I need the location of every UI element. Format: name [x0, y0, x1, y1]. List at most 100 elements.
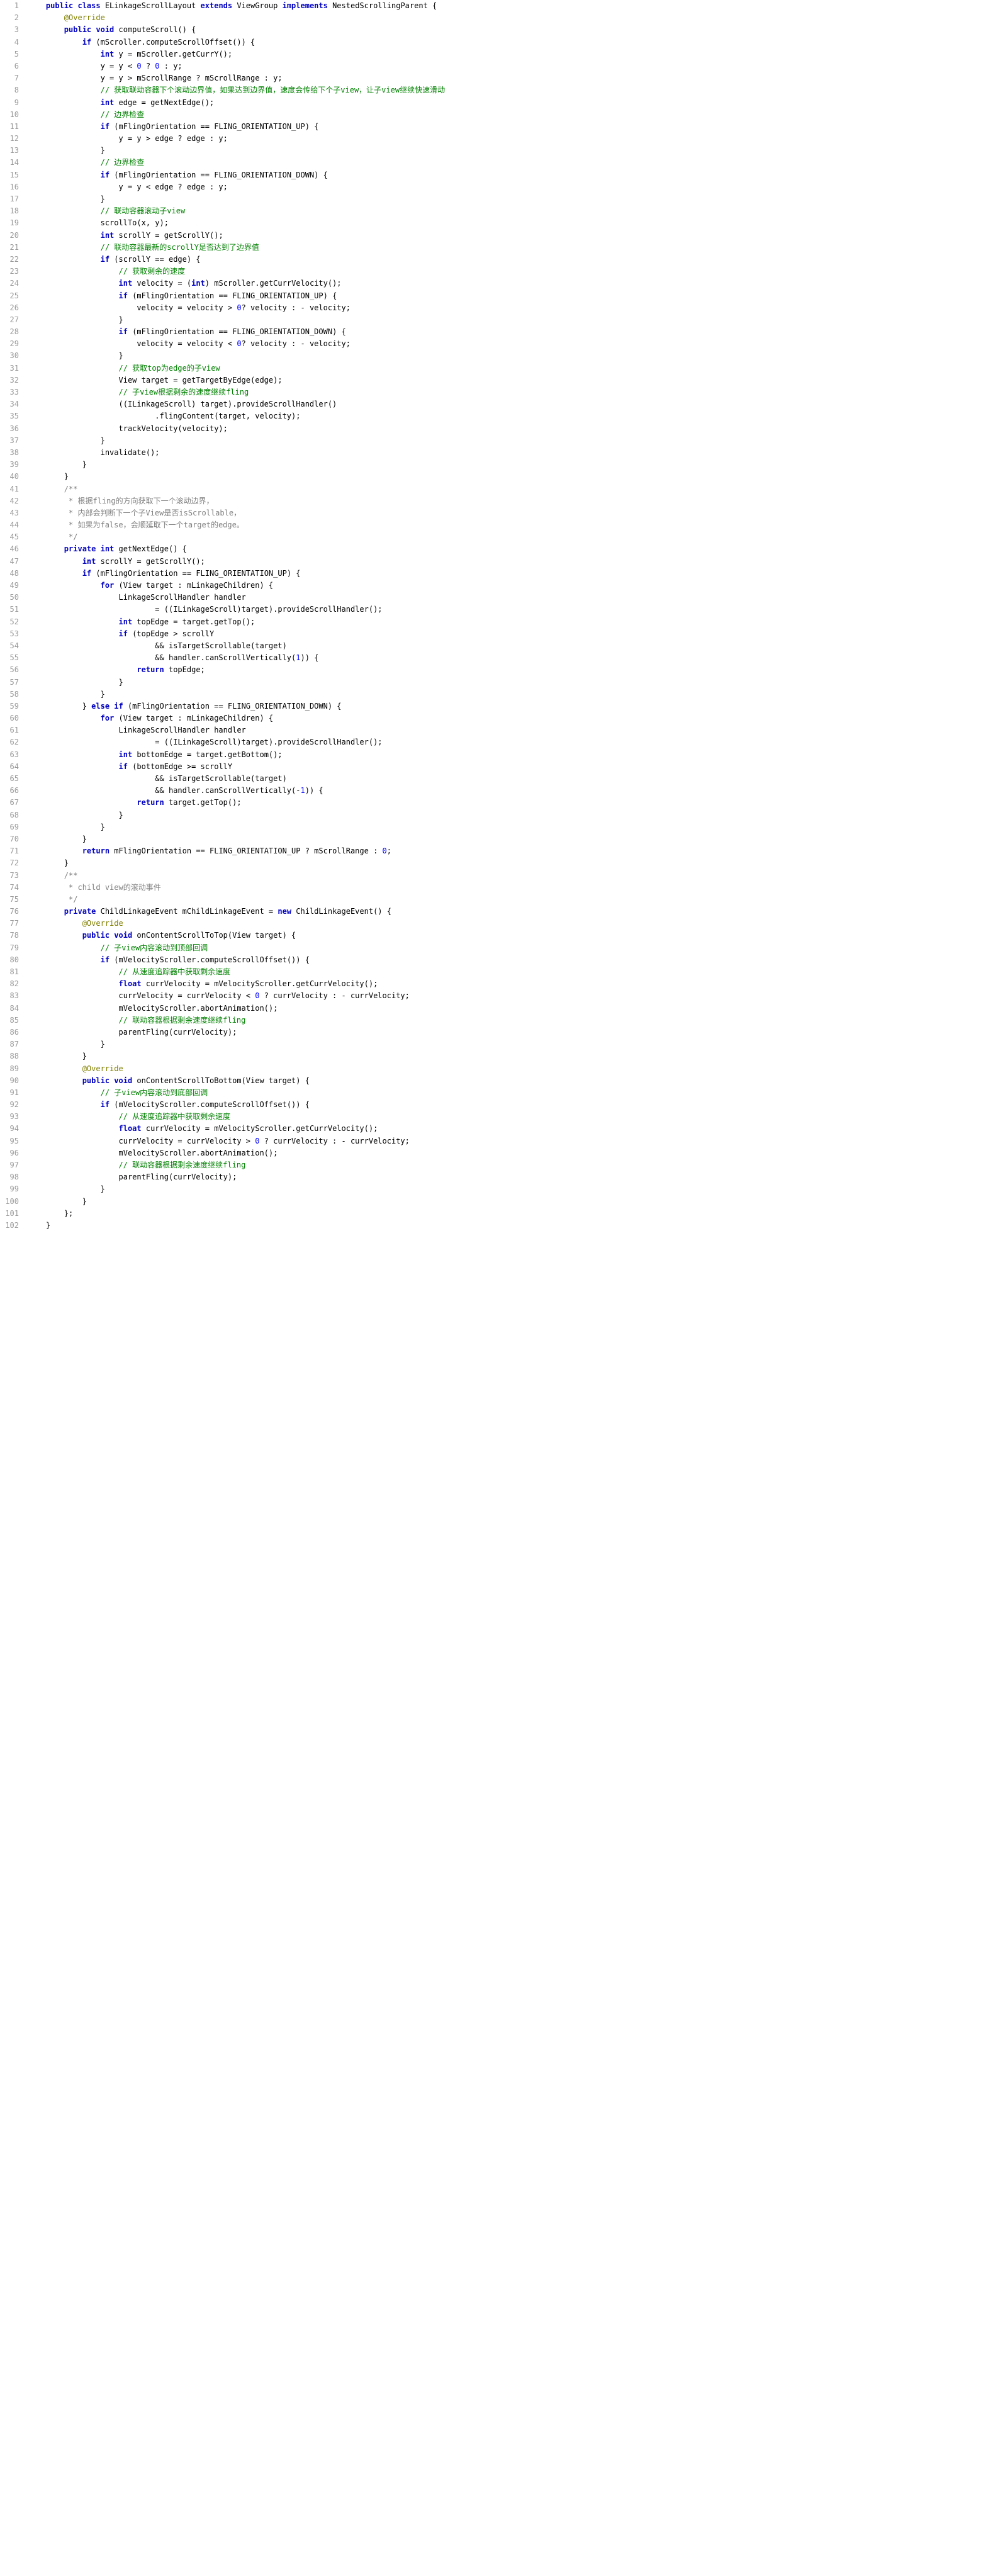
code-line[interactable]: // 子view根据剩余的速度继续fling — [28, 386, 445, 398]
code-line[interactable]: mVelocityScroller.abortAnimation(); — [28, 1003, 445, 1015]
code-line[interactable]: } — [28, 1220, 445, 1232]
code-line[interactable]: int y = mScroller.getCurrY(); — [28, 48, 445, 60]
code-line[interactable]: } — [28, 435, 445, 447]
code-line[interactable]: * child view的滚动事件 — [28, 882, 445, 894]
code-line[interactable]: if (mFlingOrientation == FLING_ORIENTATI… — [28, 326, 445, 338]
code-line[interactable]: float currVelocity = mVelocityScroller.g… — [28, 1123, 445, 1135]
code-line[interactable]: */ — [28, 531, 445, 543]
code-line[interactable]: /** — [28, 483, 445, 495]
code-line[interactable]: = ((ILinkageScroll)target).provideScroll… — [28, 604, 445, 616]
code-line[interactable]: // 子view内容滚动到顶部回调 — [28, 942, 445, 954]
code-line[interactable]: // 联动容器最新的scrollY是否达到了边界值 — [28, 242, 445, 254]
code-area[interactable]: public class ELinkageScrollLayout extend… — [25, 0, 445, 1232]
code-line[interactable]: public void onContentScrollToBottom(View… — [28, 1075, 445, 1087]
code-line[interactable]: */ — [28, 894, 445, 906]
code-line[interactable]: trackVelocity(velocity); — [28, 423, 445, 435]
code-line[interactable]: } — [28, 314, 445, 326]
code-line[interactable]: && handler.canScrollVertically(1)) { — [28, 652, 445, 664]
code-line[interactable]: velocity = velocity < 0? velocity : - ve… — [28, 338, 445, 350]
code-line[interactable]: parentFling(currVelocity); — [28, 1171, 445, 1183]
code-line[interactable]: .flingContent(target, velocity); — [28, 410, 445, 422]
code-line[interactable]: currVelocity = currVelocity < 0 ? currVe… — [28, 990, 445, 1002]
code-line[interactable]: } else if (mFlingOrientation == FLING_OR… — [28, 700, 445, 712]
code-line[interactable]: } — [28, 471, 445, 483]
code-line[interactable]: && isTargetScrollable(target) — [28, 773, 445, 785]
code-line[interactable]: * 内部会判断下一个子View是否isScrollable， — [28, 507, 445, 519]
code-line[interactable]: } — [28, 145, 445, 157]
code-line[interactable]: && handler.canScrollVertically(-1)) { — [28, 785, 445, 797]
code-line[interactable]: } — [28, 821, 445, 833]
code-line[interactable]: invalidate(); — [28, 447, 445, 459]
code-line[interactable]: /** — [28, 870, 445, 882]
code-line[interactable]: if (bottomEdge >= scrollY — [28, 761, 445, 773]
code-line[interactable]: velocity = velocity > 0? velocity : - ve… — [28, 302, 445, 314]
code-line[interactable]: // 获取剩余的速度 — [28, 266, 445, 278]
code-line[interactable]: if (mFlingOrientation == FLING_ORIENTATI… — [28, 568, 445, 580]
code-line[interactable]: if (mVelocityScroller.computeScrollOffse… — [28, 954, 445, 966]
code-line[interactable]: public class ELinkageScrollLayout extend… — [28, 0, 445, 12]
code-line[interactable]: @Override — [28, 918, 445, 930]
code-line[interactable]: private ChildLinkageEvent mChildLinkageE… — [28, 906, 445, 918]
code-line[interactable]: } — [28, 809, 445, 821]
code-line[interactable]: * 根据fling的方向获取下一个滚动边界， — [28, 495, 445, 507]
code-line[interactable]: * 如果为false，会顺延取下一个target的edge。 — [28, 519, 445, 531]
code-line[interactable]: }; — [28, 1208, 445, 1220]
code-line[interactable]: } — [28, 1038, 445, 1050]
code-line[interactable]: private int getNextEdge() { — [28, 543, 445, 555]
code-line[interactable]: int scrollY = getScrollY(); — [28, 230, 445, 242]
code-line[interactable]: // 边界检查 — [28, 157, 445, 169]
code-line[interactable]: int scrollY = getScrollY(); — [28, 556, 445, 568]
code-line[interactable]: // 联动容器根据剩余速度继续fling — [28, 1159, 445, 1171]
code-line[interactable]: int topEdge = target.getTop(); — [28, 616, 445, 628]
code-editor[interactable]: 1234567891011121314151617181920212223242… — [0, 0, 993, 1232]
code-line[interactable]: // 从速度追踪器中获取剩余速度 — [28, 966, 445, 978]
code-line[interactable]: // 联动容器根据剩余速度继续fling — [28, 1015, 445, 1026]
code-line[interactable]: } — [28, 193, 445, 205]
code-line[interactable]: } — [28, 689, 445, 700]
code-line[interactable]: = ((ILinkageScroll)target).provideScroll… — [28, 736, 445, 748]
code-line[interactable]: for (View target : mLinkageChildren) { — [28, 712, 445, 724]
code-line[interactable]: y = y < 0 ? 0 : y; — [28, 60, 445, 72]
code-line[interactable]: if (mFlingOrientation == FLING_ORIENTATI… — [28, 169, 445, 181]
code-line[interactable]: if (scrollY == edge) { — [28, 254, 445, 266]
code-line[interactable]: if (mFlingOrientation == FLING_ORIENTATI… — [28, 290, 445, 302]
code-line[interactable]: mVelocityScroller.abortAnimation(); — [28, 1147, 445, 1159]
code-line[interactable]: @Override — [28, 12, 445, 24]
code-line[interactable]: ((ILinkageScroll) target).provideScrollH… — [28, 398, 445, 410]
code-line[interactable]: y = y < edge ? edge : y; — [28, 181, 445, 193]
code-line[interactable]: @Override — [28, 1063, 445, 1075]
code-line[interactable]: return target.getTop(); — [28, 797, 445, 809]
code-line[interactable]: // 边界检查 — [28, 109, 445, 121]
code-line[interactable]: if (mScroller.computeScrollOffset()) { — [28, 37, 445, 48]
code-line[interactable]: float currVelocity = mVelocityScroller.g… — [28, 978, 445, 990]
code-line[interactable]: int edge = getNextEdge(); — [28, 97, 445, 109]
code-line[interactable]: } — [28, 350, 445, 362]
code-line[interactable]: // 获取top为edge的子view — [28, 363, 445, 374]
code-line[interactable]: } — [28, 677, 445, 689]
code-line[interactable]: } — [28, 857, 445, 869]
code-line[interactable]: // 从速度追踪器中获取剩余速度 — [28, 1111, 445, 1123]
code-line[interactable]: currVelocity = currVelocity > 0 ? currVe… — [28, 1135, 445, 1147]
code-line[interactable]: return mFlingOrientation == FLING_ORIENT… — [28, 845, 445, 857]
code-line[interactable]: } — [28, 1196, 445, 1208]
code-line[interactable]: return topEdge; — [28, 664, 445, 676]
code-line[interactable]: y = y > mScrollRange ? mScrollRange : y; — [28, 72, 445, 84]
code-line[interactable]: // 联动容器滚动子view — [28, 205, 445, 217]
code-line[interactable]: LinkageScrollHandler handler — [28, 724, 445, 736]
code-line[interactable]: } — [28, 459, 445, 471]
code-line[interactable]: for (View target : mLinkageChildren) { — [28, 580, 445, 592]
code-line[interactable]: } — [28, 833, 445, 845]
code-line[interactable]: int bottomEdge = target.getBottom(); — [28, 749, 445, 761]
code-line[interactable]: if (mFlingOrientation == FLING_ORIENTATI… — [28, 121, 445, 133]
code-line[interactable]: if (mVelocityScroller.computeScrollOffse… — [28, 1099, 445, 1111]
code-line[interactable]: // 子view内容滚动到底部回调 — [28, 1087, 445, 1099]
code-line[interactable]: } — [28, 1183, 445, 1195]
code-line[interactable]: if (topEdge > scrollY — [28, 628, 445, 640]
code-line[interactable]: && isTargetScrollable(target) — [28, 640, 445, 652]
code-line[interactable]: y = y > edge ? edge : y; — [28, 133, 445, 145]
code-line[interactable]: parentFling(currVelocity); — [28, 1026, 445, 1038]
code-line[interactable]: View target = getTargetByEdge(edge); — [28, 374, 445, 386]
code-line[interactable]: public void computeScroll() { — [28, 24, 445, 36]
code-line[interactable]: int velocity = (int) mScroller.getCurrVe… — [28, 278, 445, 290]
code-line[interactable]: // 获取联动容器下个滚动边界值，如果达到边界值，速度会传给下个子view，让子… — [28, 84, 445, 96]
